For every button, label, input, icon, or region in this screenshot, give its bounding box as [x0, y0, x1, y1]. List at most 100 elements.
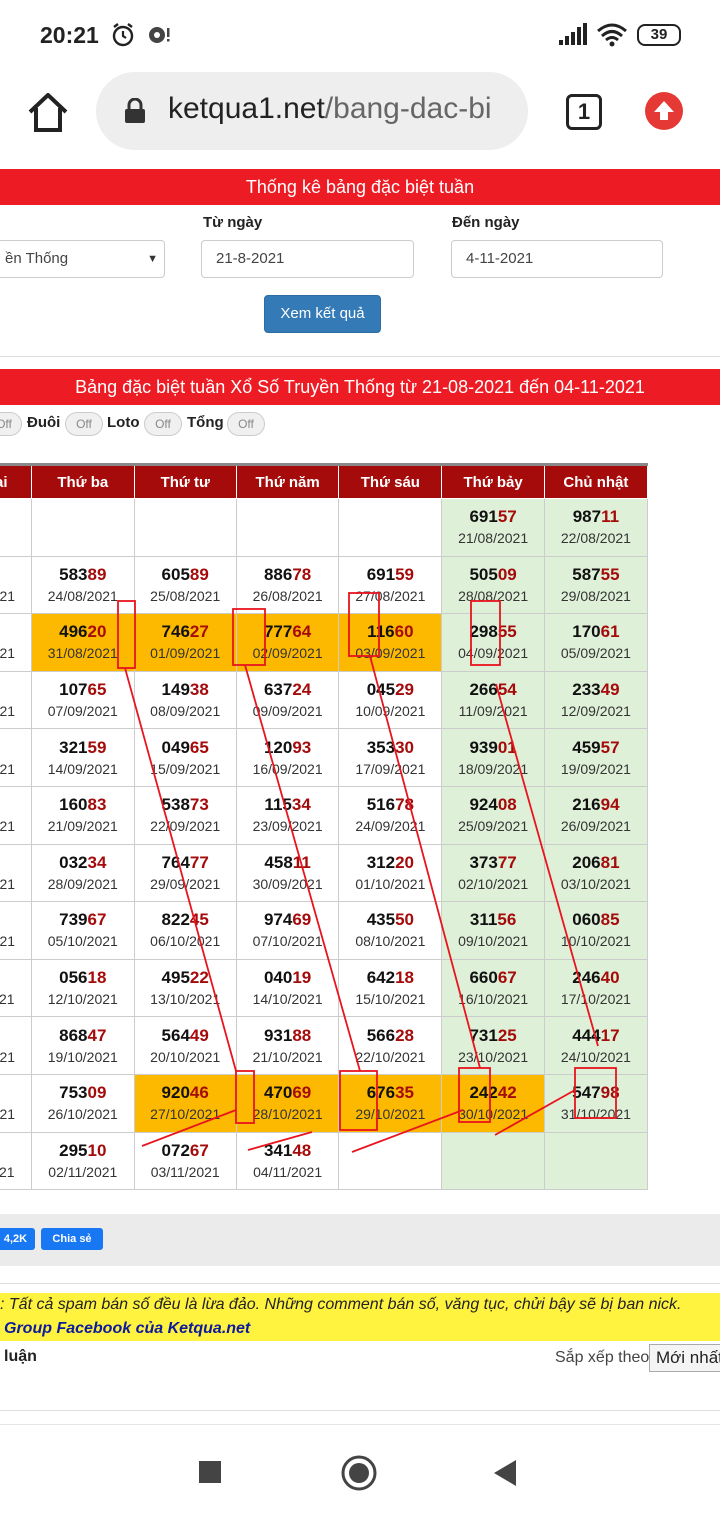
result-date: 23/09/2021: [252, 818, 323, 835]
table-cell: [31, 498, 135, 557]
table-row: 4813/09/20213215914/09/20210496515/09/20…: [0, 728, 649, 787]
table-cell: [235, 498, 340, 557]
share-button[interactable]: Chia sẻ: [41, 1228, 103, 1250]
table-cell: 74627 01/09/2021: [133, 613, 237, 672]
home-icon[interactable]: [26, 90, 70, 134]
table-cell: 5127/09/2021: [0, 843, 33, 903]
table-cell: 10765 07/09/2021: [31, 670, 135, 730]
number-head: 642: [366, 968, 396, 988]
back-icon[interactable]: [494, 1460, 518, 1486]
result-date: 17/09/2021: [355, 760, 426, 777]
toggle-tong[interactable]: Off: [227, 412, 265, 436]
result-number: 73125: [442, 1025, 543, 1047]
table-cell: 4813/09/2021: [0, 728, 33, 787]
result-date: 02/11/2021: [48, 1163, 118, 1180]
tab-switcher-button[interactable]: 1: [566, 94, 602, 130]
upload-button[interactable]: [645, 92, 683, 130]
number-tail: 20: [87, 622, 107, 642]
number-tail: 24: [292, 680, 312, 700]
browser-toolbar: ketqua1.net/bang-dac-bi 1: [0, 66, 720, 166]
table-cell: 69159 27/08/2021: [338, 555, 443, 615]
number-head: 206: [572, 852, 601, 872]
results-table-wrapper[interactable]: Thứ haiThứ baThứ tưThứ nămThứ sáuThứ bảy…: [0, 463, 720, 1190]
number-tail: 89: [87, 564, 107, 584]
toggle-duoi[interactable]: Off: [65, 412, 103, 436]
result-number: 64218: [339, 967, 441, 989]
number-head: 868: [59, 1025, 88, 1045]
table-cell: 92046 27/10/2021: [133, 1073, 237, 1133]
number-head: 777: [263, 622, 293, 642]
home-circle-icon[interactable]: [340, 1454, 378, 1492]
number-head: 691: [366, 564, 396, 584]
result-date: 14/10/2021: [252, 991, 323, 1008]
result-date: 23/10/2021: [458, 1048, 529, 1065]
result-number: 28: [0, 679, 31, 701]
results-table: Thứ haiThứ baThứ tưThứ nămThứ sáuThứ bảy…: [0, 463, 649, 1190]
result-date: 10/09/2021: [355, 703, 426, 720]
result-number: 24640: [545, 967, 647, 989]
result-date: 15/10/2021: [355, 991, 426, 1008]
sort-select[interactable]: Mới nhất: [649, 1344, 720, 1372]
number-tail: 38: [189, 680, 209, 700]
number-head: 538: [161, 795, 190, 815]
result-number: 31220: [339, 852, 441, 874]
from-date-input[interactable]: 21-8-2021: [201, 240, 414, 278]
recents-icon[interactable]: [199, 1461, 221, 1483]
result-number: 45957: [545, 737, 647, 759]
result-date: 11/09/2021: [458, 703, 528, 720]
table-cell: 9123/08/2021: [0, 555, 33, 615]
table-cell: 50509 28/08/2021: [441, 555, 545, 615]
result-number: 73967: [32, 909, 133, 931]
result-number: 54798: [545, 1082, 647, 1104]
result-date: 13/09/2021: [0, 760, 16, 777]
table-row: 5127/09/20210323428/09/20217647729/09/20…: [0, 843, 649, 903]
result-number: 58: [0, 1140, 31, 1162]
number-head: 072: [161, 1140, 190, 1160]
lock-icon: [125, 98, 145, 123]
number-tail: 59: [395, 564, 414, 584]
system-nav-bar: [0, 1424, 720, 1520]
lottery-type-select[interactable]: ền Thống ▼: [0, 240, 165, 278]
submit-button[interactable]: Xem kết quả: [264, 295, 381, 333]
result-number: 98711: [545, 506, 647, 528]
result-date: 28/10/2021: [252, 1106, 323, 1123]
result-date: 07/09/2021: [47, 703, 118, 720]
table-cell: [133, 498, 237, 557]
toggle-label-tong: Tổng: [187, 414, 224, 431]
battery-icon: 39: [637, 24, 681, 46]
number-head: 170: [572, 622, 601, 642]
table-cell: 11534 23/09/2021: [235, 785, 340, 845]
number-tail: 61: [600, 622, 620, 642]
lottery-type-value: ền Thống: [5, 250, 69, 267]
number-head: 731: [469, 1025, 498, 1045]
address-bar[interactable]: ketqua1.net/bang-dac-bi: [96, 72, 528, 150]
like-button[interactable]: 4,2K: [0, 1228, 35, 1250]
alarm-icon: [112, 23, 134, 47]
result-date: 20/10/2021: [150, 1048, 221, 1065]
table-cell: 12093 16/09/2021: [235, 728, 340, 787]
result-number: 14938: [135, 679, 236, 701]
number-head: 458: [264, 852, 293, 872]
number-tail: 22: [189, 968, 209, 988]
result-number: 09: [0, 1025, 31, 1047]
result-date: 27/08/2021: [355, 587, 426, 604]
toggle-first[interactable]: Off: [0, 412, 22, 436]
table-cell: 05618 12/10/2021: [31, 958, 135, 1018]
number-tail: 83: [87, 795, 107, 815]
table-cell: 04529 10/09/2021: [338, 670, 443, 730]
table-cell: 58755 29/08/2021: [543, 555, 649, 615]
table-cell: 24640 17/10/2021: [543, 958, 649, 1018]
table-cell: 36 30/08/2021: [0, 613, 33, 672]
divider: [0, 356, 720, 357]
to-date-input[interactable]: 4-11-2021: [451, 240, 663, 278]
toggle-loto[interactable]: Off: [144, 412, 182, 436]
result-number: 06085: [545, 909, 647, 931]
number-tail: 67: [497, 968, 517, 988]
sync-icon: [149, 27, 170, 43]
column-header: Thứ sáu: [338, 463, 443, 499]
facebook-group-link[interactable]: Group Facebook của Ketqua.net: [4, 1320, 250, 1338]
table-cell: 56628 22/10/2021: [338, 1016, 443, 1075]
number-tail: 93: [292, 737, 312, 757]
result-number: 42: [0, 967, 31, 989]
number-tail: 49: [189, 1025, 209, 1045]
